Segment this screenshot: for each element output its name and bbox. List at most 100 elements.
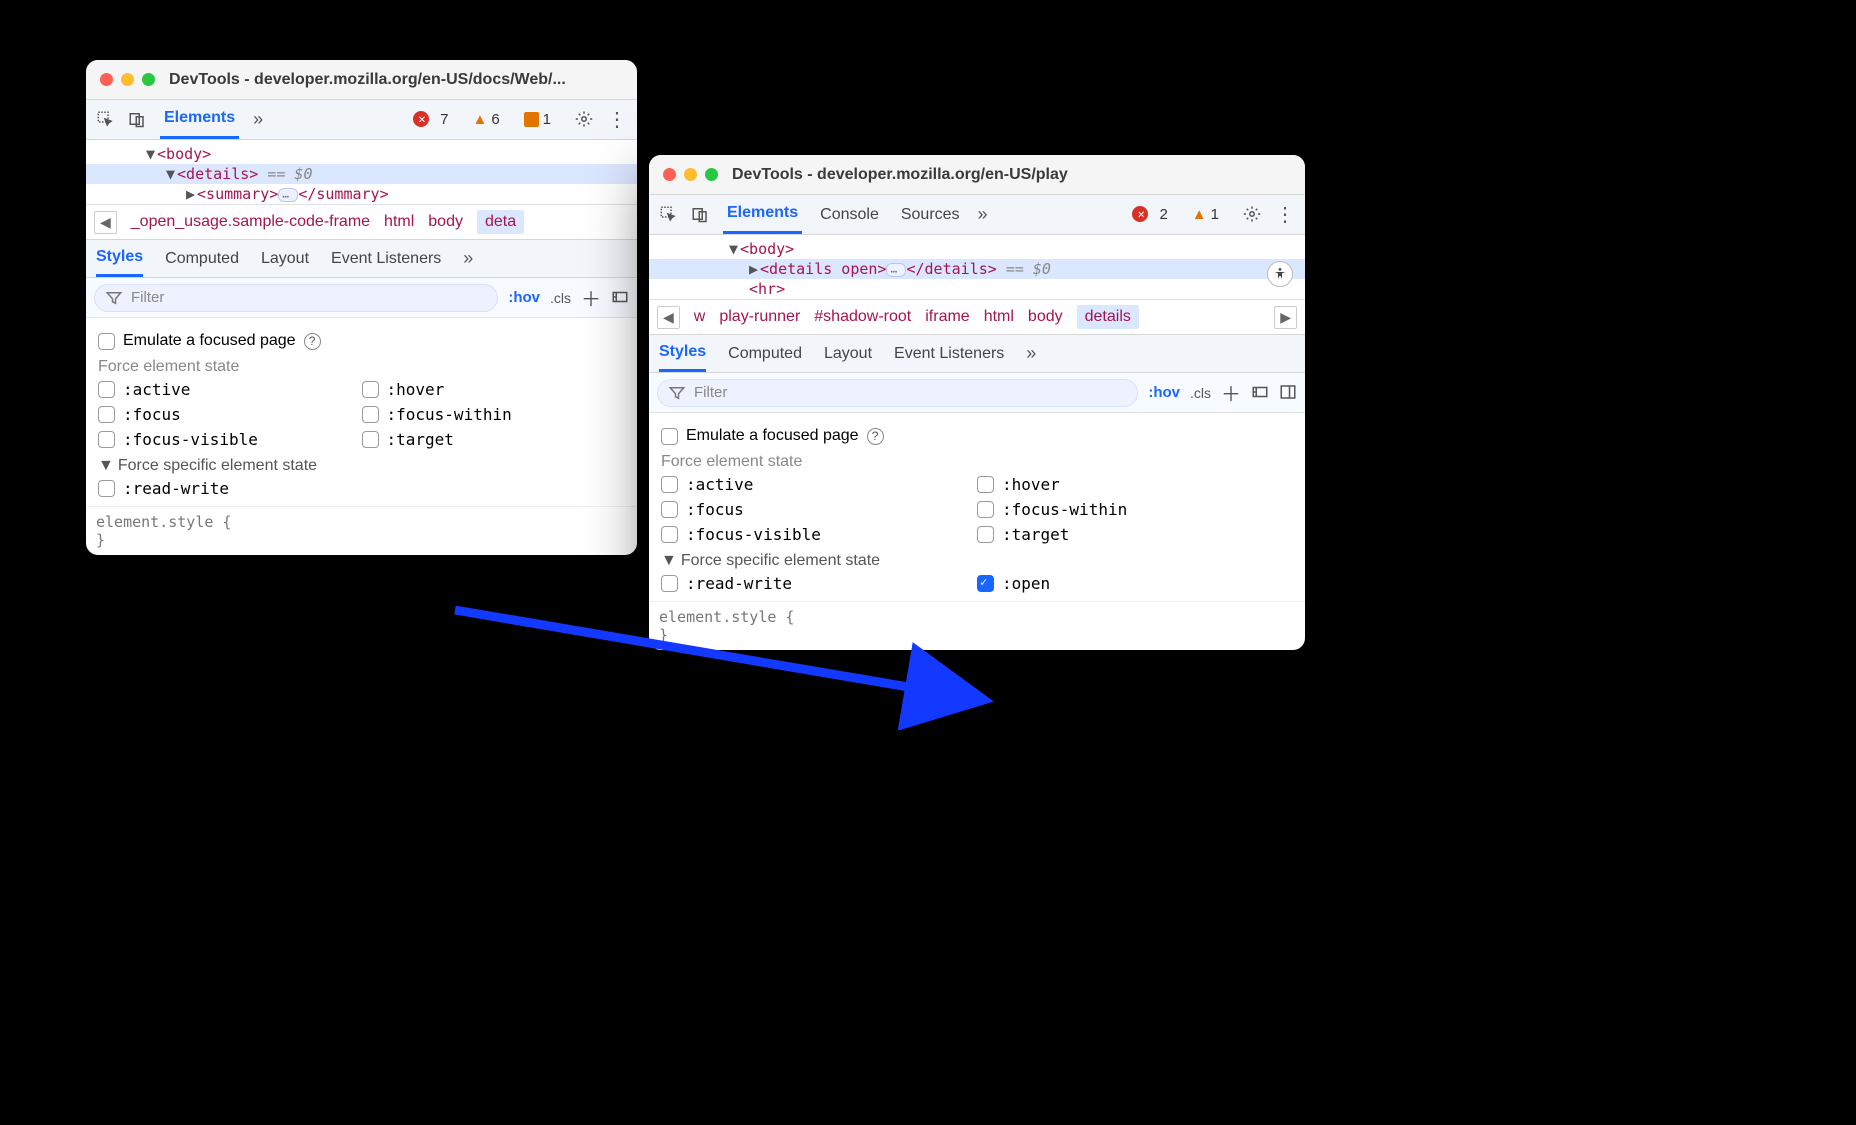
menu-icon[interactable]: ⋮ [1275,202,1295,227]
force-specific-heading[interactable]: ▼Force specific element state [98,457,625,475]
rendering-icon[interactable] [611,288,629,306]
breadcrumb-item[interactable]: html [384,213,414,231]
dom-body-row[interactable]: ▼<body> [649,239,1305,259]
emulate-focus-checkbox[interactable] [661,428,678,445]
emulate-focus-checkbox[interactable] [98,333,115,350]
breadcrumb-item[interactable]: #shadow-root [814,308,911,326]
help-icon[interactable]: ? [304,333,321,350]
state-read-write[interactable]: :read-write [98,479,625,498]
breadcrumb-item-selected[interactable]: details [1077,305,1139,329]
inspect-icon[interactable] [659,205,677,223]
breadcrumb-item[interactable]: body [1028,308,1063,326]
element-style-block[interactable]: element.style { } [649,602,1305,650]
hov-button[interactable]: :hov [1148,384,1180,401]
error-badge[interactable]: 7 [413,111,459,129]
inspect-icon[interactable] [96,110,114,128]
breadcrumb-item[interactable]: html [984,308,1014,326]
state-focus-within[interactable]: :focus-within [362,405,626,424]
breadcrumb-item[interactable]: w [694,308,706,326]
state-focus-visible[interactable]: :focus-visible [661,525,977,544]
dom-body-tag[interactable]: <body> [157,145,211,163]
element-style-block[interactable]: element.style { } [86,507,637,555]
more-tabs-icon[interactable]: » [978,204,988,225]
more-tabs-icon[interactable]: » [253,109,263,130]
state-hover[interactable]: :hover [977,475,1293,494]
warning-badge[interactable]: 6 [472,111,509,129]
dom-tree[interactable]: ▼<body> ⋯ ▼<details> == $0 ▶<summary></s… [86,140,637,204]
device-toggle-icon[interactable] [128,110,146,128]
zoom-icon[interactable] [142,73,155,86]
breadcrumb-right-icon[interactable]: ▶ [1274,306,1297,329]
new-style-rule-icon[interactable]: ＋ [581,283,601,312]
filter-input[interactable]: Filter [94,284,498,312]
computed-panel-icon[interactable] [1279,383,1297,401]
state-target[interactable]: :target [977,525,1293,544]
state-focus[interactable]: :focus [98,405,362,424]
breadcrumb-left-icon[interactable]: ◀ [94,211,117,234]
breadcrumb-item[interactable]: _open_usage.sample-code-frame [131,213,370,231]
cls-button[interactable]: .cls [550,290,571,306]
state-focus-visible[interactable]: :focus-visible [98,430,362,449]
tab-computed[interactable]: Computed [165,250,239,268]
tab-layout[interactable]: Layout [261,250,309,268]
warning-badge[interactable]: 1 [1192,206,1229,224]
tab-elements[interactable]: Elements [160,100,239,139]
hov-button[interactable]: :hov [508,289,540,306]
tab-event-listeners[interactable]: Event Listeners [331,250,441,268]
breadcrumb-item[interactable]: iframe [925,308,969,326]
breadcrumb-item[interactable]: body [428,213,463,231]
minimize-icon[interactable] [121,73,134,86]
tab-elements[interactable]: Elements [723,195,802,234]
help-icon[interactable]: ? [867,428,884,445]
tab-styles[interactable]: Styles [659,335,706,372]
rendering-icon[interactable] [1251,383,1269,401]
state-read-write[interactable]: :read-write [661,574,977,593]
tab-event-listeners[interactable]: Event Listeners [894,345,1004,363]
state-focus[interactable]: :focus [661,500,977,519]
close-icon[interactable] [663,168,676,181]
filter-input[interactable]: Filter [657,379,1138,407]
accessibility-icon[interactable] [1267,261,1293,287]
cls-button[interactable]: .cls [1190,385,1211,401]
settings-icon[interactable] [1243,205,1261,223]
close-icon[interactable] [100,73,113,86]
state-hover[interactable]: :hover [362,380,626,399]
more-subtabs-icon[interactable]: » [1026,343,1036,364]
settings-icon[interactable] [575,110,593,128]
dom-selected-row[interactable]: ⋯ ▼<details> == $0 [86,164,637,184]
dom-hr-row[interactable]: <hr> [649,279,1305,299]
tab-console[interactable]: Console [816,195,883,234]
info-badge[interactable]: 1 [524,111,561,129]
state-open[interactable]: :open [977,574,1293,593]
dom-selected-row[interactable]: ▶<details open></details> == $0 [649,259,1305,279]
zoom-icon[interactable] [705,168,718,181]
dom-tree[interactable]: ▼<body> ▶<details open></details> == $0 … [649,235,1305,299]
tab-sources[interactable]: Sources [897,195,964,234]
breadcrumb[interactable]: ◀ w play-runner #shadow-root iframe html… [649,299,1305,335]
titlebar[interactable]: DevTools - developer.mozilla.org/en-US/d… [86,60,637,100]
state-active[interactable]: :active [661,475,977,494]
titlebar[interactable]: DevTools - developer.mozilla.org/en-US/p… [649,155,1305,195]
breadcrumb-item-selected[interactable]: deta [477,210,524,234]
tab-styles[interactable]: Styles [96,240,143,277]
filter-row: Filter :hov .cls ＋ [86,278,637,318]
new-style-rule-icon[interactable]: ＋ [1221,378,1241,407]
error-badge[interactable]: 2 [1132,206,1178,224]
breadcrumb-item[interactable]: play-runner [719,308,800,326]
minimize-icon[interactable] [684,168,697,181]
breadcrumb[interactable]: ◀ _open_usage.sample-code-frame html bod… [86,204,637,240]
menu-icon[interactable]: ⋮ [607,107,627,132]
tab-computed[interactable]: Computed [728,345,802,363]
more-subtabs-icon[interactable]: » [463,248,473,269]
state-active[interactable]: :active [98,380,362,399]
tab-layout[interactable]: Layout [824,345,872,363]
open-checkbox-checked[interactable] [977,575,994,592]
breadcrumb-left-icon[interactable]: ◀ [657,306,680,329]
device-toggle-icon[interactable] [691,205,709,223]
force-specific-heading[interactable]: ▼Force specific element state [661,552,1293,570]
ellipsis-badge-icon[interactable] [886,263,906,277]
state-target[interactable]: :target [362,430,626,449]
ellipsis-badge-icon[interactable] [278,188,298,202]
state-focus-within[interactable]: :focus-within [977,500,1293,519]
dom-summary-row[interactable]: ▶<summary></summary> [86,184,637,204]
